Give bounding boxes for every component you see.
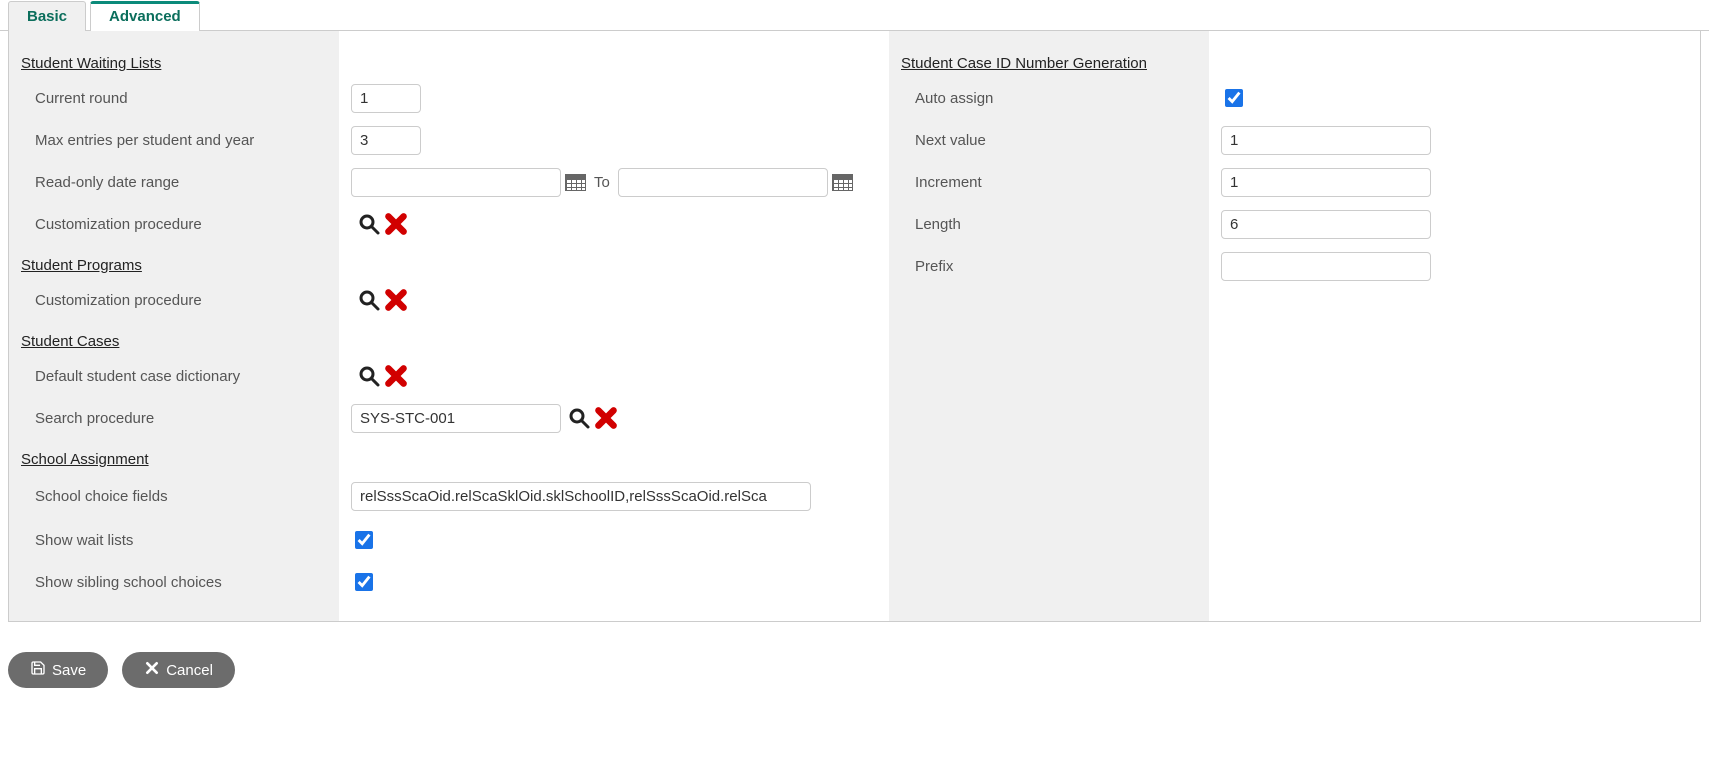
label-default-case-dict: Default student case dictionary bbox=[21, 355, 327, 397]
search-proc-input[interactable] bbox=[351, 404, 561, 433]
right-labels-column: Student Case ID Number Generation Auto a… bbox=[889, 31, 1209, 621]
left-labels-column: Student Waiting Lists Current round Max … bbox=[9, 31, 339, 621]
tab-basic[interactable]: Basic bbox=[8, 1, 86, 31]
calendar-to-icon[interactable] bbox=[832, 174, 853, 191]
advanced-panel: Student Waiting Lists Current round Max … bbox=[8, 31, 1701, 622]
label-max-entries: Max entries per student and year bbox=[21, 119, 327, 161]
cancel-button[interactable]: Cancel bbox=[122, 652, 235, 688]
label-current-round: Current round bbox=[21, 77, 327, 119]
show-wait-checkbox[interactable] bbox=[355, 531, 373, 549]
cancel-label: Cancel bbox=[166, 662, 213, 679]
delete-icon[interactable] bbox=[383, 287, 409, 313]
cancel-icon bbox=[144, 660, 160, 680]
show-sibling-checkbox[interactable] bbox=[355, 573, 373, 591]
section-programs: Student Programs bbox=[21, 253, 142, 278]
label-auto-assign: Auto assign bbox=[901, 77, 1197, 119]
label-readonly-range: Read-only date range bbox=[21, 161, 327, 203]
auto-assign-checkbox[interactable] bbox=[1225, 89, 1243, 107]
label-cust-proc-wait: Customization procedure bbox=[21, 203, 327, 245]
search-icon[interactable] bbox=[357, 212, 381, 236]
tab-bar: Basic Advanced bbox=[0, 0, 1709, 31]
section-cases: Student Cases bbox=[21, 329, 119, 354]
max-entries-input[interactable] bbox=[351, 126, 421, 155]
increment-input[interactable] bbox=[1221, 168, 1431, 197]
save-button[interactable]: Save bbox=[8, 652, 108, 688]
right-fields-column bbox=[1209, 31, 1700, 621]
save-label: Save bbox=[52, 662, 86, 679]
prefix-input[interactable] bbox=[1221, 252, 1431, 281]
calendar-from-icon[interactable] bbox=[565, 174, 586, 191]
search-icon[interactable] bbox=[357, 364, 381, 388]
left-fields-column: To bbox=[339, 31, 889, 621]
delete-icon[interactable] bbox=[383, 363, 409, 389]
search-icon[interactable] bbox=[567, 406, 591, 430]
section-school: School Assignment bbox=[21, 447, 149, 472]
save-icon bbox=[30, 660, 46, 680]
label-increment: Increment bbox=[901, 161, 1197, 203]
date-from-input[interactable] bbox=[351, 168, 561, 197]
current-round-input[interactable] bbox=[351, 84, 421, 113]
label-prefix: Prefix bbox=[901, 245, 1197, 287]
school-choice-input[interactable] bbox=[351, 482, 811, 511]
label-school-choice: School choice fields bbox=[21, 473, 327, 519]
delete-icon[interactable] bbox=[383, 211, 409, 237]
tab-advanced[interactable]: Advanced bbox=[90, 1, 200, 31]
label-show-wait: Show wait lists bbox=[21, 519, 327, 561]
search-icon[interactable] bbox=[357, 288, 381, 312]
next-value-input[interactable] bbox=[1221, 126, 1431, 155]
date-to-input[interactable] bbox=[618, 168, 828, 197]
label-length: Length bbox=[901, 203, 1197, 245]
length-input[interactable] bbox=[1221, 210, 1431, 239]
delete-icon[interactable] bbox=[593, 405, 619, 431]
label-cust-proc-prog: Customization procedure bbox=[21, 279, 327, 321]
section-caseid-gen: Student Case ID Number Generation bbox=[901, 51, 1147, 76]
label-search-proc: Search procedure bbox=[21, 397, 327, 439]
label-show-sibling: Show sibling school choices bbox=[21, 561, 327, 603]
section-waiting-lists: Student Waiting Lists bbox=[21, 51, 161, 76]
button-bar: Save Cancel bbox=[8, 652, 1701, 688]
label-next-value: Next value bbox=[901, 119, 1197, 161]
to-label: To bbox=[594, 174, 610, 191]
